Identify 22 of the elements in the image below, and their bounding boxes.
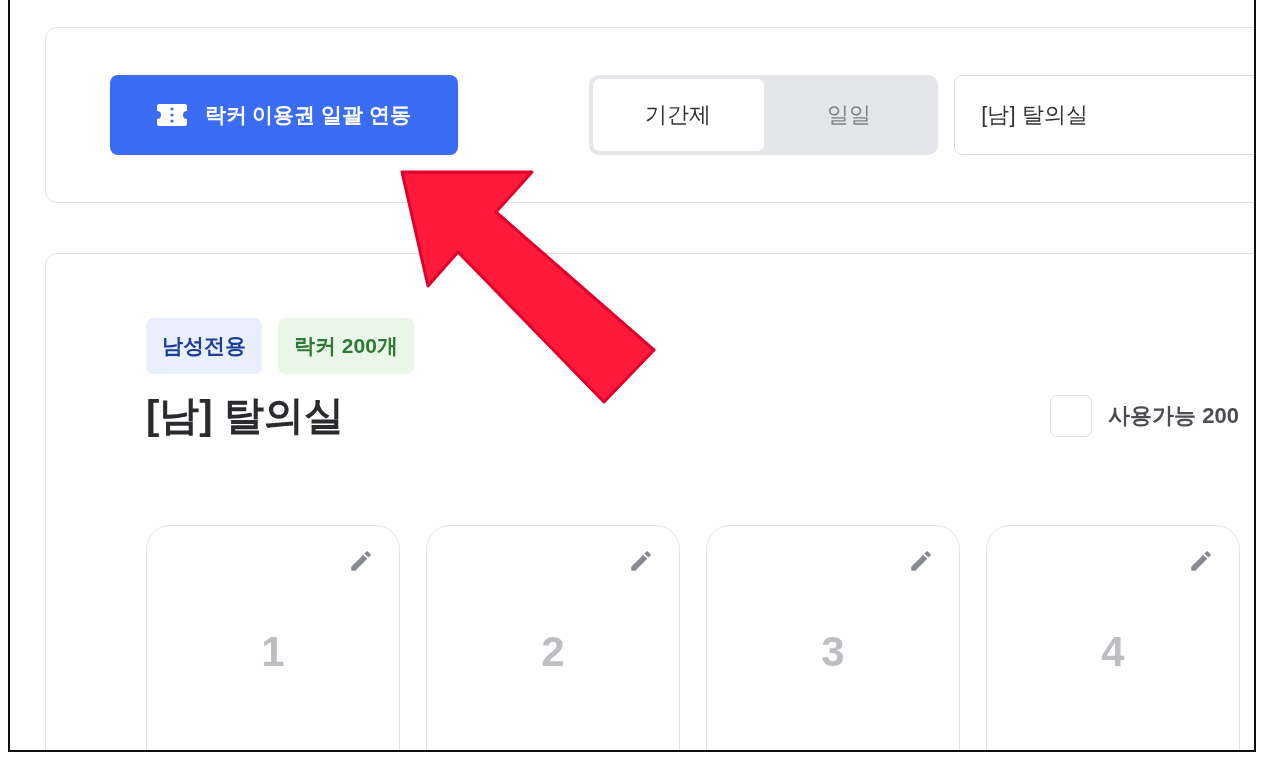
period-tab[interactable]: 기간제 <box>592 79 764 151</box>
locker-number: 4 <box>1101 628 1125 676</box>
room-title: [남] 탈의실 <box>146 392 344 439</box>
gender-tag: 남성전용 <box>146 318 262 374</box>
locker-number: 3 <box>821 628 845 676</box>
pencil-icon[interactable] <box>908 548 934 574</box>
pencil-icon[interactable] <box>1188 548 1214 574</box>
locker-number: 1 <box>261 628 285 676</box>
locker-number: 2 <box>541 628 565 676</box>
available-checkbox[interactable] <box>1050 394 1093 437</box>
locker-card[interactable]: 4 <box>986 525 1240 750</box>
room-select[interactable]: [남] 탈의실 <box>954 75 1254 155</box>
pencil-icon[interactable] <box>628 548 654 574</box>
locker-card[interactable]: 3 <box>706 525 960 750</box>
available-label: 사용가능 200 <box>1108 401 1239 430</box>
sync-button[interactable]: 락커 이용권 일괄 연동 <box>110 75 458 155</box>
pencil-icon[interactable] <box>348 548 374 574</box>
period-tab[interactable]: 일일 <box>763 79 935 151</box>
ticket-icon <box>156 104 187 126</box>
locker-card[interactable]: 1 <box>146 525 400 750</box>
locker-count-tag: 락커 200개 <box>278 318 414 374</box>
locker-card[interactable]: 2 <box>426 525 680 750</box>
